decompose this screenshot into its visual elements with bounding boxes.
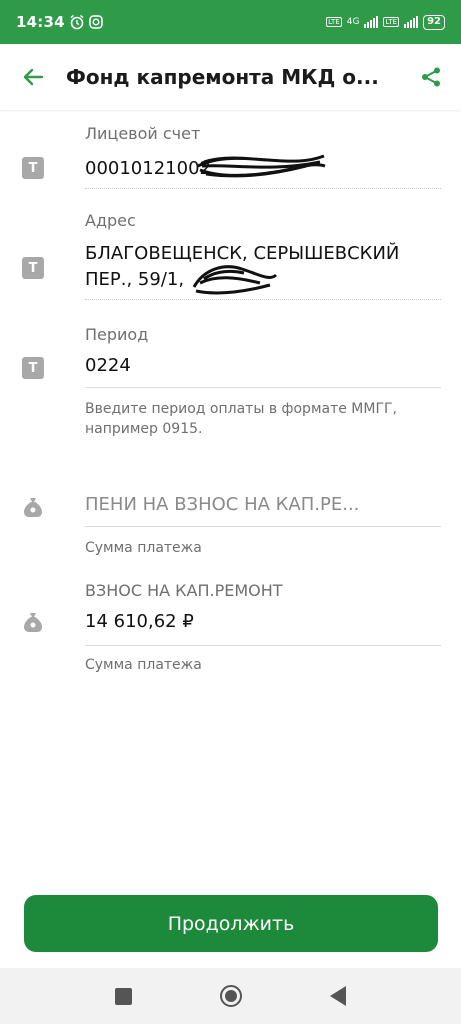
account-field[interactable]: T Лицевой счет 00010121002 [0,110,461,195]
share-icon [422,67,440,87]
status-time: 14:34 [16,13,65,31]
contribution-input[interactable]: 14 610,62 ₽ [85,609,425,635]
volte-badge: LTE [326,17,342,27]
text-field-icon: T [22,157,44,179]
signal-icon [364,16,379,28]
back-nav-button[interactable] [330,986,346,1006]
continue-button[interactable]: Продолжить [24,895,438,952]
period-label: Период [85,325,149,344]
contribution-label: ВЗНОС НА КАП.РЕМОНТ [85,581,283,600]
app-bar: Фонд капремонта МКД о... [0,44,461,110]
money-bag-icon [24,613,42,632]
penalty-input[interactable]: ПЕНИ НА ВЗНОС НА КАП.РЕ... [85,492,425,518]
text-field-icon: T [22,257,44,279]
battery-indicator: 92 [423,14,445,30]
contribution-field[interactable]: ВЗНОС НА КАП.РЕМОНТ 14 610,62 ₽ Сумма пл… [0,575,461,685]
volte-badge-2: LTE [383,17,400,27]
redaction-scribble [197,154,326,178]
arrow-left-icon [23,68,44,86]
penalty-helper-text: Сумма платежа [85,540,202,556]
penalty-underline [85,526,441,527]
share-button[interactable] [401,44,461,110]
back-button[interactable] [0,44,66,110]
contribution-helper-text: Сумма платежа [85,657,202,673]
recents-button[interactable] [115,987,132,1005]
contribution-underline [85,645,441,646]
text-field-icon: T [22,357,44,379]
money-bag-icon [24,498,42,517]
period-input[interactable]: 0224 [85,353,425,379]
page-title: Фонд капремонта МКД о... [66,65,379,89]
period-underline [85,387,441,388]
network-type: 4G [346,17,360,27]
signal-icon-2 [404,16,419,28]
period-helper-text: Введите период оплаты в формате ММГГ, на… [85,401,397,437]
status-bar: 14:34 LTE 4G LTE 92 [0,0,461,44]
account-label: Лицевой счет [85,124,201,143]
penalty-field[interactable]: ПЕНИ НА ВЗНОС НА КАП.РЕ... Сумма платежа [0,470,461,570]
period-field[interactable]: T Период 0224 Введите период оплаты в фо… [0,305,461,445]
system-nav-bar [0,968,461,1024]
home-button[interactable] [220,985,242,1007]
address-field[interactable]: T Адрес БЛАГОВЕЩЕНСК, СЕРЫШЕВСКИЙ ПЕР., … [0,195,461,305]
address-label: Адрес [85,211,136,230]
account-underline [85,188,441,189]
instagram-icon [89,15,103,29]
address-underline [85,299,441,300]
alarm-icon [70,14,84,30]
redaction-scribble [192,265,278,295]
